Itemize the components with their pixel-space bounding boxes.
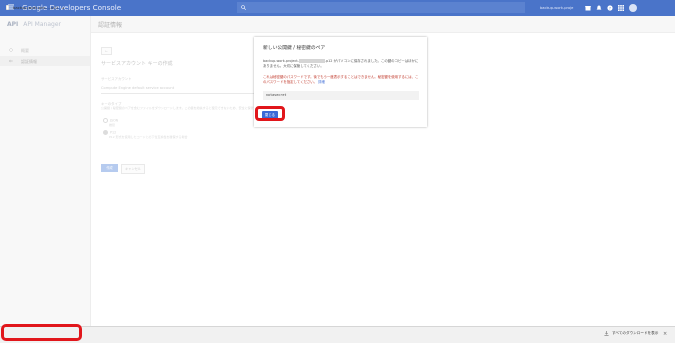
download-icon bbox=[604, 331, 609, 336]
warning-text: これは秘密鍵のパスワードです。後でもう一度表示することはできません。秘密鍵を使用… bbox=[263, 75, 419, 84]
password-field[interactable]: notasecret bbox=[263, 91, 419, 100]
file-icon bbox=[6, 5, 9, 10]
app-top-bar: Google Developers Console backup-work-pr… bbox=[0, 0, 675, 16]
apps-icon[interactable] bbox=[618, 5, 624, 11]
dialog-message-start: backup-work-project- bbox=[263, 59, 299, 63]
download-bar bbox=[0, 326, 675, 343]
password-warning: これは秘密鍵のパスワードです。後でもう一度表示することはできません。秘密鍵を使用… bbox=[263, 75, 421, 84]
highlight-download-item bbox=[1, 324, 82, 341]
download-file-name: backup-work-pro-....p12 bbox=[13, 5, 59, 10]
dialog-message: backup-work-project- .p12 がパソコンに保存されました。こ… bbox=[263, 59, 421, 68]
redacted-key-id bbox=[298, 59, 325, 63]
chevron-up-icon[interactable]: ▴ bbox=[62, 6, 64, 10]
search-input[interactable] bbox=[237, 2, 525, 13]
avatar[interactable] bbox=[629, 4, 637, 12]
dialog-title: 新しい公開鍵 / 秘密鍵のペア bbox=[263, 46, 326, 51]
help-icon[interactable]: ? bbox=[607, 5, 613, 11]
search-icon bbox=[241, 5, 246, 10]
show-all-downloads-link[interactable]: すべてのダウンロードを表示 bbox=[604, 331, 658, 336]
gift-icon[interactable] bbox=[585, 5, 591, 11]
topbar-actions: backup-work-proje ? bbox=[540, 3, 637, 13]
learn-more-link[interactable]: 詳細 bbox=[318, 80, 325, 84]
show-all-downloads-label: すべてのダウンロードを表示 bbox=[612, 331, 659, 335]
project-selector[interactable]: backup-work-proje bbox=[540, 6, 580, 10]
highlight-close-button bbox=[255, 106, 285, 121]
svg-text:?: ? bbox=[609, 6, 611, 10]
close-download-bar-icon[interactable]: × bbox=[663, 331, 667, 337]
download-item[interactable]: backup-work-pro-....p12 ▴ bbox=[6, 3, 64, 12]
notifications-icon[interactable] bbox=[596, 5, 602, 11]
